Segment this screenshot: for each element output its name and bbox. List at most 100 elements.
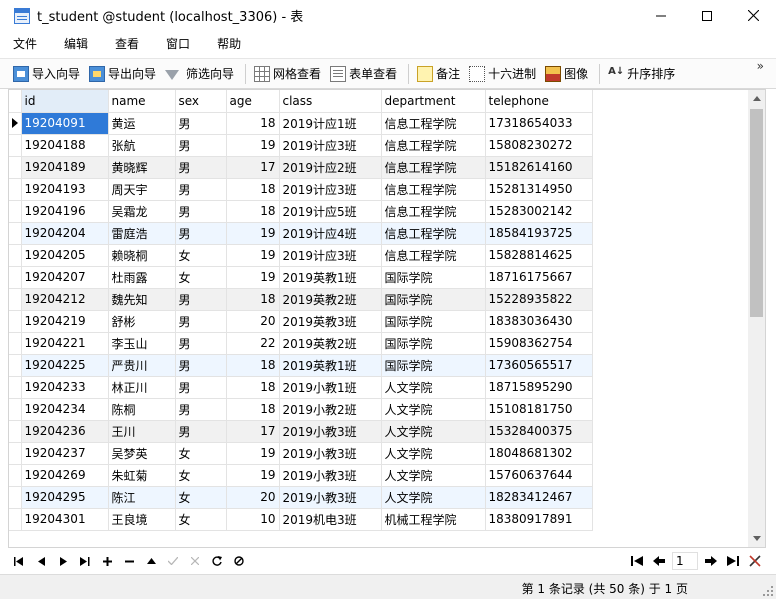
cell-age[interactable]: 18 <box>226 112 280 135</box>
cell-id[interactable]: 19204269 <box>21 464 109 487</box>
table-row[interactable]: 19204237 吴梦英女 19 2019小教3班 人文学院 18048681302 <box>9 442 593 465</box>
row-indicator[interactable] <box>9 112 22 135</box>
cell-age[interactable]: 18 <box>226 178 280 201</box>
cell-department[interactable]: 信息工程学院 <box>381 244 486 267</box>
cell-name[interactable]: 黄晓辉 <box>108 156 176 179</box>
cell-telephone[interactable]: 15760637644 <box>485 464 593 487</box>
cell-department[interactable]: 人文学院 <box>381 420 486 443</box>
table-row[interactable]: 19204212 魏先知男 18 2019英教2班 国际学院 15228935822 <box>9 288 593 311</box>
cell-id[interactable]: 19204237 <box>21 442 109 465</box>
cell-telephone[interactable]: 18048681302 <box>485 442 593 465</box>
toolbar-overflow-button[interactable]: » <box>757 60 764 72</box>
row-indicator[interactable] <box>9 486 22 509</box>
cell-age[interactable]: 19 <box>226 266 280 289</box>
cell-class[interactable]: 2019计应3班 <box>279 244 382 267</box>
menu-edit[interactable]: 编辑 <box>51 31 102 58</box>
cell-class[interactable]: 2019英教2班 <box>279 288 382 311</box>
form-view-button[interactable]: 表单查看 <box>328 62 400 86</box>
menu-window[interactable]: 窗口 <box>153 31 204 58</box>
cell-id[interactable]: 19204091 <box>21 112 109 135</box>
cell-class[interactable]: 2019计应3班 <box>279 134 382 157</box>
cell-sex[interactable]: 男 <box>175 178 227 201</box>
grid-view-button[interactable]: 网格查看 <box>252 62 324 86</box>
row-indicator[interactable] <box>9 508 22 531</box>
cell-age[interactable]: 18 <box>226 200 280 223</box>
cell-id[interactable]: 19204234 <box>21 398 109 421</box>
table-row[interactable]: 19204221 李玉山男 22 2019英教2班 国际学院 15908362754 <box>9 332 593 355</box>
previous-record-button[interactable] <box>30 550 52 572</box>
scrollbar-thumb[interactable] <box>750 109 763 317</box>
page-number-input[interactable]: 1 <box>672 552 698 570</box>
cell-telephone[interactable]: 15182614160 <box>485 156 593 179</box>
cell-department[interactable]: 信息工程学院 <box>381 178 486 201</box>
cell-age[interactable]: 19 <box>226 134 280 157</box>
cell-name[interactable]: 陈江 <box>108 486 176 509</box>
cell-id[interactable]: 19204225 <box>21 354 109 377</box>
cell-telephone[interactable]: 15328400375 <box>485 420 593 443</box>
stop-button[interactable] <box>228 550 250 572</box>
menu-help[interactable]: 帮助 <box>204 31 255 58</box>
cell-age[interactable]: 20 <box>226 310 280 333</box>
cell-age[interactable]: 10 <box>226 508 280 531</box>
cell-name[interactable]: 吴霜龙 <box>108 200 176 223</box>
first-record-button[interactable] <box>8 550 30 572</box>
row-indicator[interactable] <box>9 310 22 333</box>
cell-department[interactable]: 人文学院 <box>381 398 486 421</box>
table-row[interactable]: 19204236 王川男 17 2019小教3班 人文学院 15328400375 <box>9 420 593 443</box>
cell-class[interactable]: 2019计应5班 <box>279 200 382 223</box>
cell-telephone[interactable]: 15108181750 <box>485 398 593 421</box>
cell-name[interactable]: 李玉山 <box>108 332 176 355</box>
refresh-button[interactable] <box>206 550 228 572</box>
row-indicator[interactable] <box>9 200 22 223</box>
row-indicator[interactable] <box>9 354 22 377</box>
cell-age[interactable]: 19 <box>226 464 280 487</box>
hex-button[interactable]: 十六进制 <box>467 62 539 86</box>
filter-wizard-button[interactable]: 筛选向导 <box>163 62 237 86</box>
cell-sex[interactable]: 男 <box>175 156 227 179</box>
cell-class[interactable]: 2019计应4班 <box>279 222 382 245</box>
cell-telephone[interactable]: 15808230272 <box>485 134 593 157</box>
settings-button[interactable] <box>744 550 766 572</box>
next-page-button[interactable] <box>700 550 722 572</box>
table-row[interactable]: 19204295 陈江女 20 2019小教3班 人文学院 18283412467 <box>9 486 593 509</box>
cell-name[interactable]: 舒彬 <box>108 310 176 333</box>
cell-department[interactable]: 人文学院 <box>381 464 486 487</box>
cell-sex[interactable]: 男 <box>175 354 227 377</box>
row-indicator[interactable] <box>9 442 22 465</box>
row-indicator[interactable] <box>9 398 22 421</box>
table-row[interactable]: 19204219 舒彬男 20 2019英教3班 国际学院 18383036430 <box>9 310 593 333</box>
column-header-name[interactable]: name <box>108 90 176 113</box>
cell-sex[interactable]: 男 <box>175 398 227 421</box>
cell-department[interactable]: 国际学院 <box>381 354 486 377</box>
table-row[interactable]: 19204188 张航男 19 2019计应3班 信息工程学院 15808230272 <box>9 134 593 157</box>
row-indicator[interactable] <box>9 464 22 487</box>
cell-department[interactable]: 人文学院 <box>381 486 486 509</box>
cell-sex[interactable]: 男 <box>175 222 227 245</box>
scroll-down-button[interactable] <box>748 530 765 547</box>
row-indicator[interactable] <box>9 178 22 201</box>
cell-age[interactable]: 18 <box>226 354 280 377</box>
cell-department[interactable]: 国际学院 <box>381 332 486 355</box>
cell-telephone[interactable]: 18383036430 <box>485 310 593 333</box>
table-row[interactable]: 19204225 严贵川男 18 2019英教1班 国际学院 17360565517 <box>9 354 593 377</box>
cell-telephone[interactable]: 18283412467 <box>485 486 593 509</box>
row-indicator[interactable] <box>9 156 22 179</box>
table-row[interactable]: 19204233 林正川男 18 2019小教1班 人文学院 18715895290 <box>9 376 593 399</box>
row-indicator[interactable] <box>9 222 22 245</box>
cell-name[interactable]: 周天宇 <box>108 178 176 201</box>
column-header-class[interactable]: class <box>279 90 382 113</box>
cell-name[interactable]: 张航 <box>108 134 176 157</box>
cell-id[interactable]: 19204204 <box>21 222 109 245</box>
cell-age[interactable]: 20 <box>226 486 280 509</box>
table-row[interactable]: 19204301 王良境女 10 2019机电3班 机械工程学院 18380917891 <box>9 508 593 531</box>
menu-view[interactable]: 查看 <box>102 31 153 58</box>
delete-record-button[interactable] <box>118 550 140 572</box>
cell-age[interactable]: 19 <box>226 222 280 245</box>
cell-department[interactable]: 国际学院 <box>381 266 486 289</box>
cell-sex[interactable]: 男 <box>175 112 227 135</box>
table-row[interactable]: 19204189 黄晓辉男 17 2019计应2班 信息工程学院 15182614160 <box>9 156 593 179</box>
cell-department[interactable]: 信息工程学院 <box>381 222 486 245</box>
cell-class[interactable]: 2019计应2班 <box>279 156 382 179</box>
previous-page-button[interactable] <box>648 550 670 572</box>
cell-age[interactable]: 22 <box>226 332 280 355</box>
